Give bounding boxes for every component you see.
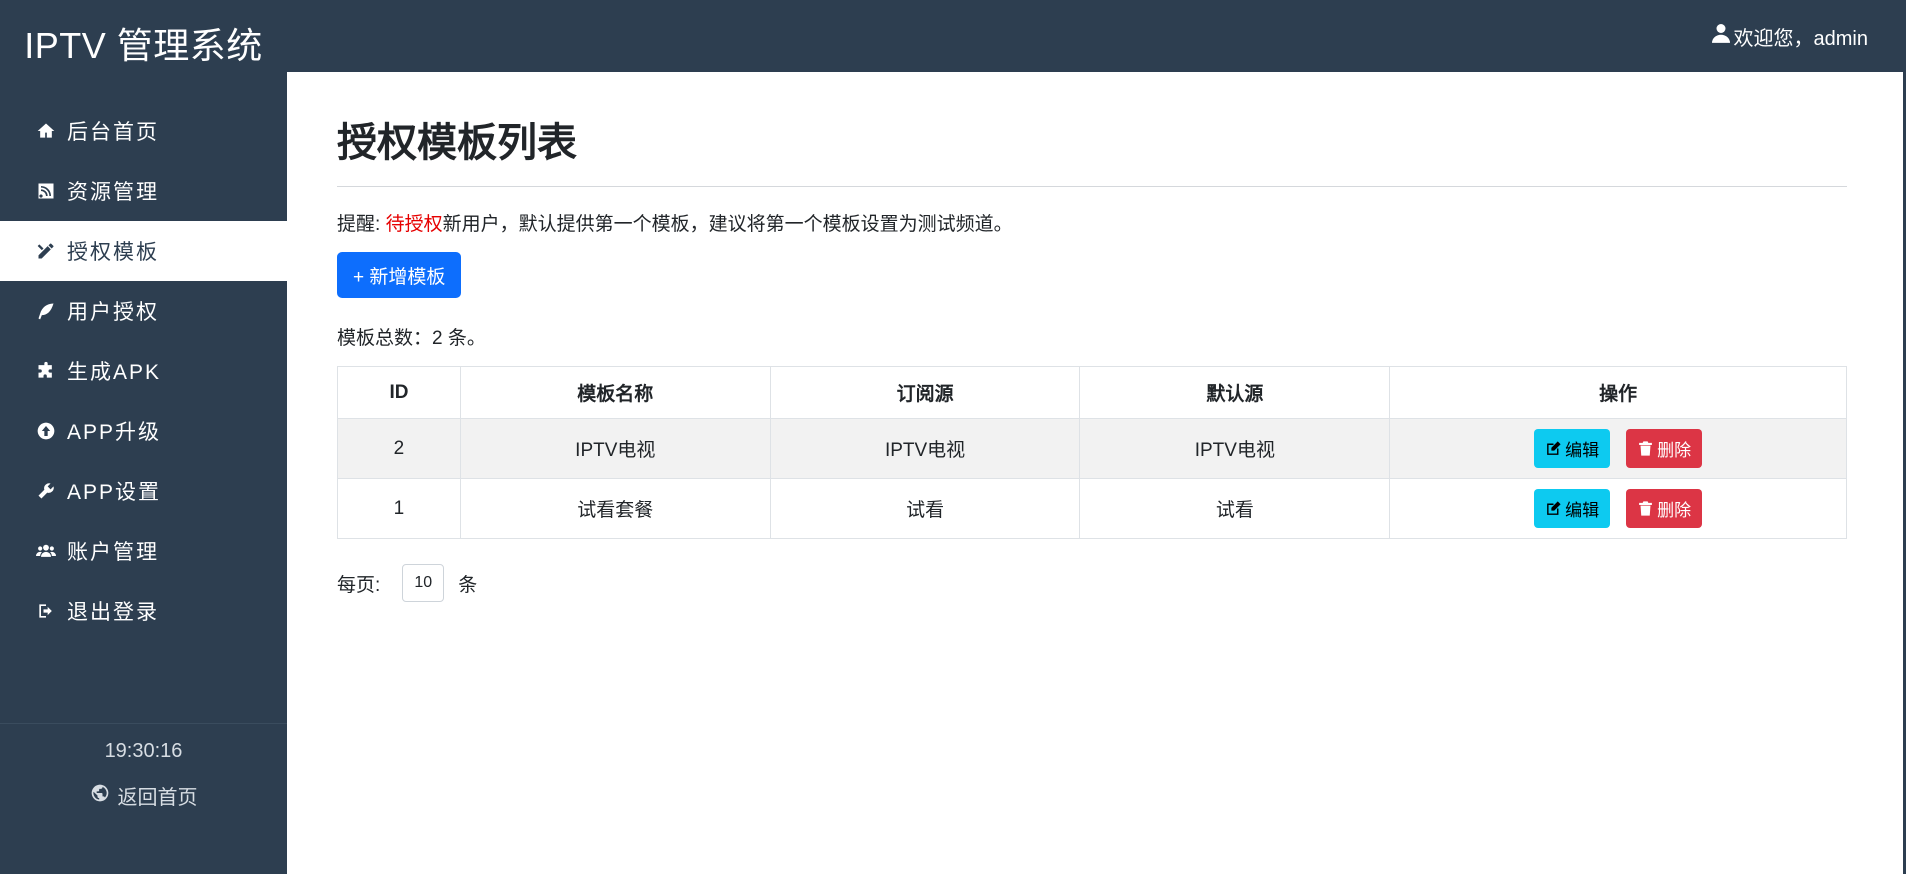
col-header-id: ID: [337, 366, 461, 419]
sidebar-item-accounts[interactable]: 账户管理: [0, 521, 287, 581]
edit-button[interactable]: 编辑: [1534, 489, 1611, 528]
notice-suffix: 新用户，默认提供第一个模板，建议将第一个模板设置为测试频道。: [442, 214, 1013, 235]
trash-icon: [1639, 441, 1652, 456]
sidebar-item-label: 授权模板: [67, 241, 159, 264]
template-total: 模板总数：2 条。: [337, 328, 486, 349]
cell-name: 试看套餐: [459, 478, 771, 539]
delete-label: 删除: [1657, 501, 1692, 520]
template-table: ID 模板名称 订阅源 默认源 操作 2 IPTV电视 IPTV电视 IPTV电…: [337, 366, 1847, 539]
sidebar-item-label: 用户授权: [67, 301, 159, 324]
sidebar-item-label: 后台首页: [67, 121, 159, 144]
sidebar-item-templates[interactable]: 授权模板: [0, 221, 287, 281]
notice: 提醒: 待授权新用户，默认提供第一个模板，建议将第一个模板设置为测试频道。: [337, 209, 1847, 236]
sidebar-item-label: 退出登录: [67, 601, 159, 624]
edit-icon: [1547, 501, 1561, 515]
sidebar-item-label: 生成APK: [67, 361, 162, 384]
page-size-input[interactable]: [402, 564, 445, 602]
tools-icon: [35, 240, 57, 262]
puzzle-icon: [35, 360, 57, 382]
rss-icon: [35, 180, 57, 202]
home-icon: [35, 120, 57, 142]
globe-icon: [90, 783, 118, 809]
col-header-actions: 操作: [1389, 366, 1847, 419]
cell-subscribe: IPTV电视: [769, 418, 1081, 479]
sidebar-item-resources[interactable]: 资源管理: [0, 161, 287, 221]
back-home-link[interactable]: 返回首页: [90, 781, 198, 810]
delete-button[interactable]: 删除: [1626, 489, 1703, 528]
sign-out-icon: [35, 600, 57, 622]
wrench-icon: [35, 480, 57, 502]
page-title: 授权模板列表: [337, 110, 1847, 187]
sidebar-item-label: APP设置: [67, 481, 162, 504]
sidebar-item-label: APP升级: [67, 421, 162, 444]
edit-label: 编辑: [1565, 501, 1600, 520]
notice-highlight: 待授权: [385, 214, 443, 235]
sidebar-footer: 19:30:16 返回首页: [0, 723, 287, 874]
sidebar-item-label: 资源管理: [67, 181, 159, 204]
sidebar: IPTV 管理系统 后台首页 资源管理 授权模板 用户授权 生成APK APP升…: [0, 0, 287, 874]
topbar: 欢迎您，admin: [287, 0, 1906, 72]
cell-id: 1: [337, 478, 461, 539]
col-header-default: 默认源: [1079, 366, 1391, 419]
clock: 19:30:16: [104, 740, 183, 762]
sidebar-item-app-upgrade[interactable]: APP升级: [0, 401, 287, 461]
back-home-label: 返回首页: [117, 787, 198, 809]
sidebar-item-app-settings[interactable]: APP设置: [0, 461, 287, 521]
cell-name: IPTV电视: [459, 418, 771, 479]
sidebar-item-label: 账户管理: [67, 541, 159, 564]
pager: 每页: 条: [337, 564, 1847, 602]
user-icon: [1711, 23, 1734, 49]
delete-button[interactable]: 删除: [1626, 429, 1703, 468]
col-header-subscribe: 订阅源: [769, 366, 1081, 419]
table-row: 2 IPTV电视 IPTV电视 IPTV电视 编辑 删除: [337, 418, 1847, 479]
edit-label: 编辑: [1565, 441, 1600, 460]
user-greeting: 欢迎您，admin: [1733, 27, 1868, 50]
sidebar-item-build-apk[interactable]: 生成APK: [0, 341, 287, 401]
cell-id: 2: [337, 418, 461, 479]
edit-icon: [1547, 441, 1561, 455]
notice-prefix: 提醒:: [337, 214, 386, 235]
trash-icon: [1639, 501, 1652, 516]
cell-actions: 编辑 删除: [1389, 418, 1847, 479]
pager-label: 每页:: [337, 574, 381, 596]
sidebar-item-logout[interactable]: 退出登录: [0, 581, 287, 641]
sidebar-menu: 后台首页 资源管理 授权模板 用户授权 生成APK APP升级 APP设置 账户…: [0, 101, 287, 641]
feather-icon: [35, 300, 57, 322]
users-icon: [35, 540, 57, 562]
delete-label: 删除: [1657, 441, 1692, 460]
table-header-row: ID 模板名称 订阅源 默认源 操作: [337, 366, 1847, 419]
cell-subscribe: 试看: [769, 478, 1081, 539]
sidebar-item-user-auth[interactable]: 用户授权: [0, 281, 287, 341]
app-brand: IPTV 管理系统: [24, 25, 263, 66]
table-row: 1 试看套餐 试看 试看 编辑 删除: [337, 478, 1847, 539]
main-content: 授权模板列表 提醒: 待授权新用户，默认提供第一个模板，建议将第一个模板设置为测…: [337, 72, 1847, 602]
cell-default: 试看: [1079, 478, 1391, 539]
user-info[interactable]: 欢迎您，admin: [1711, 22, 1868, 51]
cell-actions: 编辑 删除: [1389, 478, 1847, 539]
pager-unit: 条: [458, 574, 478, 596]
upload-circle-icon: [35, 420, 57, 442]
add-template-button[interactable]: + 新增模板: [337, 252, 462, 298]
sidebar-item-dashboard[interactable]: 后台首页: [0, 101, 287, 161]
cell-default: IPTV电视: [1079, 418, 1391, 479]
col-header-name: 模板名称: [459, 366, 771, 419]
edit-button[interactable]: 编辑: [1534, 429, 1611, 468]
